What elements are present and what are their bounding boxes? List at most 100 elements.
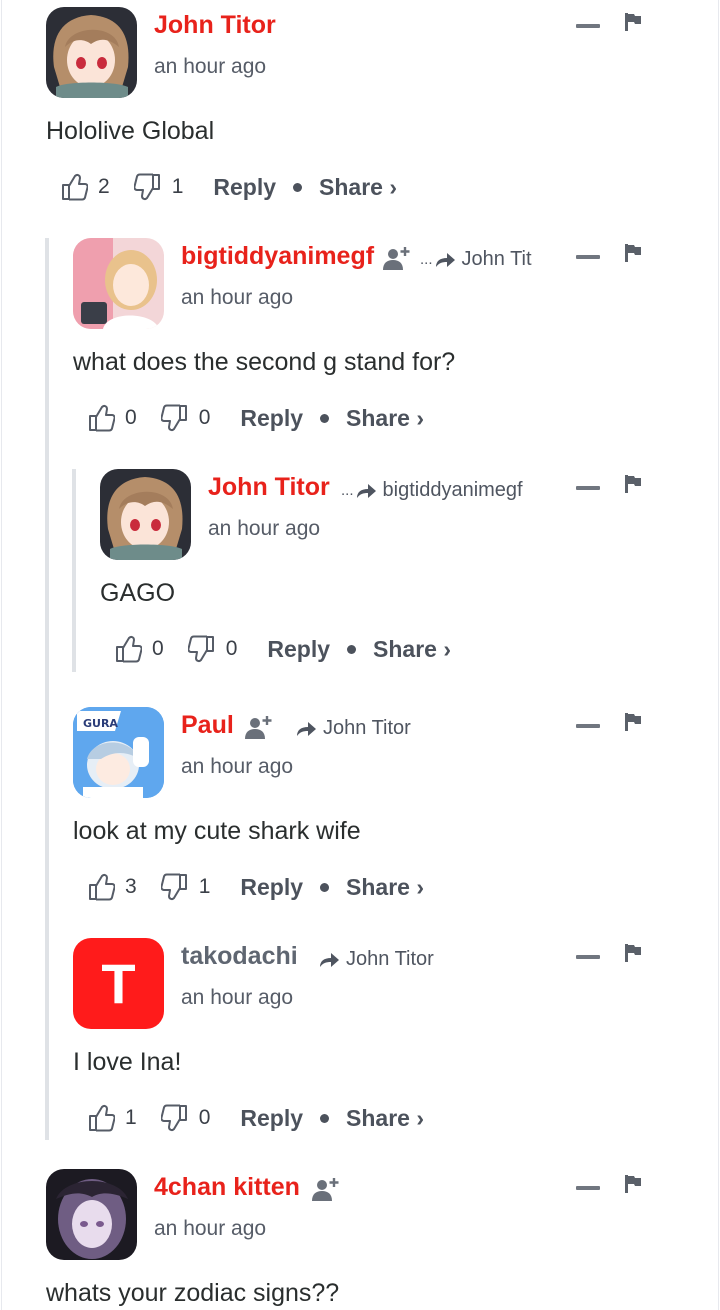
minus-icon[interactable] [576, 1186, 600, 1190]
flag-icon[interactable] [624, 12, 642, 32]
upvote-count: 0 [125, 406, 137, 429]
thumbs-up-icon[interactable] [87, 403, 115, 433]
comment-actions: 3 1 Reply Share › [87, 869, 424, 905]
timestamp[interactable]: an hour ago [181, 755, 293, 779]
thumbs-down-icon[interactable] [188, 634, 216, 664]
comment: bigtiddyanimegf ... John Tit an hour ago… [73, 238, 673, 448]
downvote-count: 0 [198, 1106, 211, 1129]
parent-author: bigtiddyanimegf [382, 479, 523, 501]
timestamp[interactable]: an hour ago [208, 517, 320, 541]
separator-dot [320, 413, 330, 423]
timestamp[interactable]: an hour ago [154, 55, 266, 79]
avatar[interactable]: GURA [73, 707, 164, 798]
reply-to-parent[interactable]: John Titor [295, 717, 411, 740]
reply-button[interactable]: Reply [240, 405, 303, 432]
comment-actions: 0 0 Reply Share › [87, 400, 424, 436]
reply-button[interactable]: Reply [213, 174, 276, 201]
timestamp[interactable]: an hour ago [154, 1217, 266, 1241]
share-button[interactable]: Share › [373, 636, 451, 663]
reply-button[interactable]: Reply [240, 874, 303, 901]
thumbs-down-icon[interactable] [161, 1103, 189, 1133]
author-name[interactable]: takodachi [181, 942, 298, 971]
avatar[interactable] [73, 238, 164, 329]
share-button[interactable]: Share › [319, 174, 397, 201]
thumbs-down-icon[interactable] [161, 403, 189, 433]
comment-text: Hololive Global [46, 117, 215, 145]
upvote-count: 2 [98, 175, 110, 198]
share-button[interactable]: Share › [346, 1105, 424, 1132]
separator-dot [320, 1113, 330, 1123]
author-name[interactable]: bigtiddyanimegf [181, 242, 374, 271]
comment: T takodachi John Titor an hour ago I lov… [73, 938, 673, 1148]
avatar[interactable] [46, 1169, 137, 1260]
parent-author: John Titor [346, 948, 434, 970]
comment-text: look at my cute shark wife [73, 817, 361, 845]
author-name[interactable]: John Titor [208, 473, 330, 502]
reply-arrow-icon [318, 951, 340, 969]
flag-icon[interactable] [624, 243, 642, 263]
flag-icon[interactable] [624, 1174, 642, 1194]
downvote-count: 1 [198, 875, 211, 898]
upvote-count: 1 [125, 1106, 137, 1129]
timestamp[interactable]: an hour ago [181, 286, 293, 310]
avatar-text: GURA [83, 717, 118, 730]
comment-actions: 0 0 Reply Share › [114, 631, 451, 667]
avatar[interactable] [46, 7, 137, 98]
comment-actions: 2 1 Reply Share › [60, 169, 397, 205]
thumbs-down-icon[interactable] [134, 172, 162, 202]
comment: 4chan kitten an hour ago whats your zodi… [46, 1169, 666, 1310]
reply-to-parent[interactable]: ... bigtiddyanimegf [341, 479, 523, 502]
reply-arrow-icon [434, 251, 456, 269]
downvote-count: 0 [225, 637, 238, 660]
thumbs-up-icon[interactable] [60, 172, 88, 202]
downvote-count: 1 [171, 175, 184, 198]
comment-text: what does the second g stand for? [73, 348, 456, 376]
comment: John Titor an hour ago Hololive Global 2… [46, 7, 666, 217]
minus-icon[interactable] [576, 955, 600, 959]
add-user-icon[interactable] [245, 714, 275, 740]
reply-to-parent[interactable]: ... John Tit [420, 248, 532, 271]
thumbs-up-icon[interactable] [114, 634, 142, 664]
avatar[interactable] [100, 469, 191, 560]
thread-line [45, 238, 49, 1140]
parent-prefix: ... [420, 251, 433, 268]
thumbs-up-icon[interactable] [87, 872, 115, 902]
thread-line [72, 469, 76, 672]
comment: GURA Paul John Titor an hour ago look at… [73, 707, 673, 917]
flag-icon[interactable] [624, 712, 642, 732]
add-user-icon[interactable] [383, 245, 413, 271]
author-name[interactable]: John Titor [154, 11, 276, 40]
separator-dot [320, 882, 330, 892]
flag-icon[interactable] [624, 474, 642, 494]
separator-dot [347, 644, 357, 654]
parent-prefix: ... [341, 482, 354, 499]
reply-arrow-icon [355, 482, 377, 500]
avatar[interactable]: T [73, 938, 164, 1029]
reply-arrow-icon [295, 720, 317, 738]
avatar-letter: T [101, 951, 136, 1015]
left-border [1, 0, 2, 1310]
comment-text: I love Ina! [73, 1048, 182, 1076]
thumbs-up-icon[interactable] [87, 1103, 115, 1133]
flag-icon[interactable] [624, 943, 642, 963]
comment-text: whats your zodiac signs?? [46, 1279, 340, 1307]
upvote-count: 0 [152, 637, 164, 660]
add-user-icon[interactable] [312, 1176, 342, 1202]
comment: John Titor ... bigtiddyanimegf an hour a… [100, 469, 670, 679]
comment-actions: 1 0 Reply Share › [87, 1100, 424, 1136]
share-button[interactable]: Share › [346, 405, 424, 432]
minus-icon[interactable] [576, 724, 600, 728]
share-button[interactable]: Share › [346, 874, 424, 901]
downvote-count: 0 [198, 406, 211, 429]
author-name[interactable]: Paul [181, 711, 234, 740]
minus-icon[interactable] [576, 24, 600, 28]
reply-button[interactable]: Reply [240, 1105, 303, 1132]
timestamp[interactable]: an hour ago [181, 986, 293, 1010]
parent-author: John Titor [323, 717, 411, 739]
author-name[interactable]: 4chan kitten [154, 1173, 300, 1202]
reply-to-parent[interactable]: John Titor [318, 948, 434, 971]
minus-icon[interactable] [576, 255, 600, 259]
thumbs-down-icon[interactable] [161, 872, 189, 902]
minus-icon[interactable] [576, 486, 600, 490]
reply-button[interactable]: Reply [267, 636, 330, 663]
